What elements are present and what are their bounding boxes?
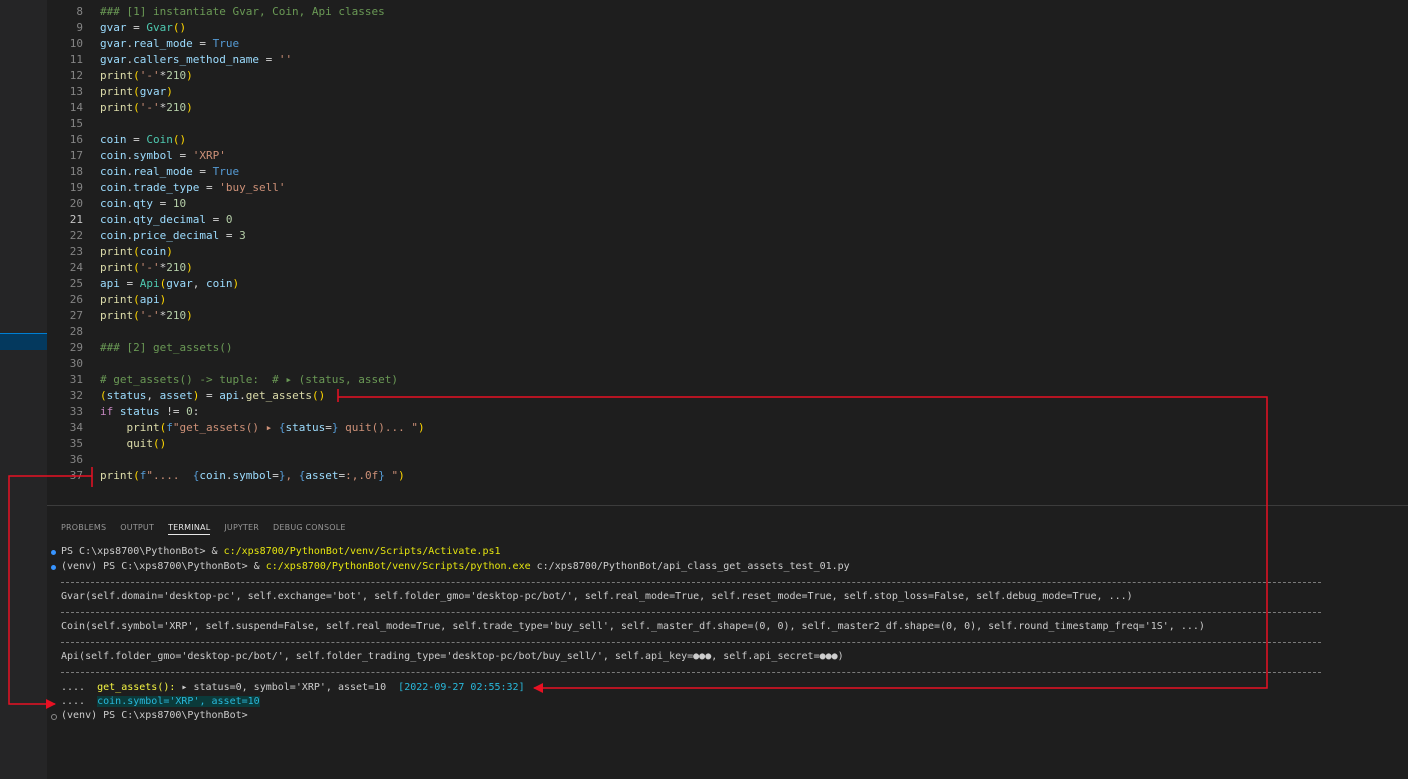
annotation-arrows [8,389,1268,709]
arrow-print-to-output [8,467,93,709]
arrow-get-assets-to-output [337,389,1268,693]
